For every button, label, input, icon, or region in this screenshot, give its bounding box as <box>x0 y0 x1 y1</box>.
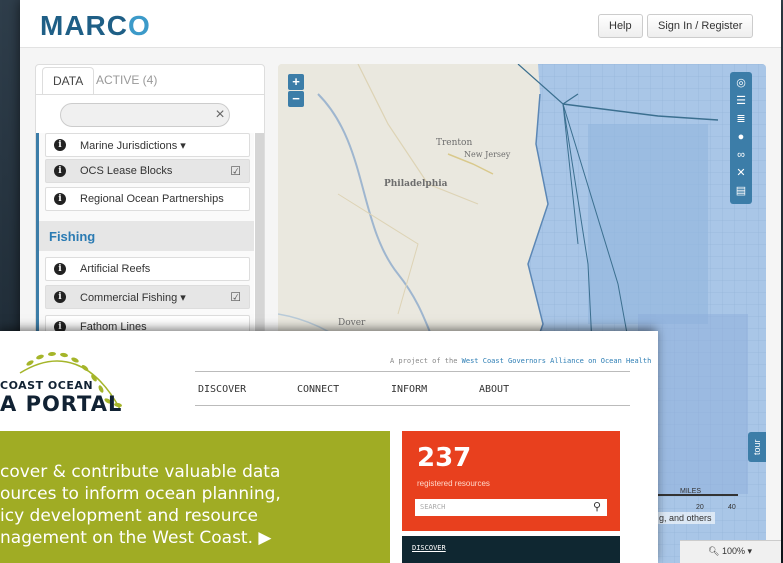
scale-label: MILES <box>680 488 702 495</box>
hero-line: ources to inform ocean planning, <box>0 484 281 504</box>
fullscreen-icon[interactable]: ✕ <box>730 164 752 182</box>
layer-search-input[interactable] <box>60 103 230 127</box>
zoom-level-indicator[interactable]: 🔍︎ 100% ▾ <box>680 540 781 563</box>
scale-tick: 20 <box>696 504 704 511</box>
nav-discover[interactable]: DISCOVER <box>198 384 246 395</box>
info-icon[interactable]: i <box>54 139 66 151</box>
help-button[interactable]: Help <box>598 14 643 38</box>
resource-count-box: 237 registered resources SEARCH ⚲ <box>402 431 620 531</box>
scale-tick: 40 <box>728 504 736 511</box>
marco-logo[interactable]: MARCO <box>40 10 151 42</box>
project-prefix: A project of the <box>390 357 458 365</box>
layer-label: Regional Ocean Partnerships <box>80 193 224 205</box>
layer-item[interactable]: i OCS Lease Blocks ☑ <box>45 159 250 183</box>
clear-search-icon[interactable]: × <box>209 105 231 125</box>
logo-line-1: COAST OCEAN <box>0 379 94 392</box>
info-icon[interactable]: i <box>54 263 66 275</box>
logo-text: MARC <box>40 10 128 41</box>
map-toolbar: ◎ ☰ ≣ ● ∞ ✕ ▤ <box>730 72 752 204</box>
zoom-in-button[interactable]: + <box>288 74 304 90</box>
list-icon[interactable]: ☰ <box>730 92 752 110</box>
chevron-down-icon[interactable]: ▾ <box>748 546 753 556</box>
zoom-icon: 🔍︎ <box>708 546 720 556</box>
zoom-level: 100% <box>721 546 745 556</box>
layer-label: OCS Lease Blocks <box>80 165 173 177</box>
hero-line: nagement on the West Coast. ▶ <box>0 528 272 548</box>
globe-icon[interactable]: ◎ <box>730 74 752 92</box>
info-icon[interactable]: i <box>54 193 66 205</box>
resource-count-label: registered resources <box>417 479 490 488</box>
resource-search-input[interactable]: SEARCH ⚲ <box>415 499 607 516</box>
hero-line: icy development and resource <box>0 506 258 526</box>
discover-card[interactable]: DISCOVER <box>402 536 620 563</box>
map-label-philadelphia: Philadelphia <box>384 179 448 189</box>
checked-icon[interactable]: ☑ <box>230 290 241 304</box>
hero-banner: cover & contribute valuable data ources … <box>0 431 390 563</box>
hero-line: cover & contribute valuable data <box>0 462 281 482</box>
discover-label[interactable]: DISCOVER <box>412 544 446 552</box>
map-label-trenton: Trenton <box>436 138 473 148</box>
west-coast-portal-window: COAST OCEAN A PORTAL A project of the We… <box>0 331 658 563</box>
pin-icon[interactable]: ● <box>730 128 752 146</box>
nav-divider-bottom <box>195 405 630 406</box>
map-attribution[interactable]: g, and others <box>656 512 715 524</box>
legend-icon[interactable]: ≣ <box>730 110 752 128</box>
project-credit: A project of the West Coast Governors Al… <box>390 357 651 365</box>
logo-line-2: A PORTAL <box>0 392 123 416</box>
print-icon[interactable]: ▤ <box>730 182 752 200</box>
link-icon[interactable]: ∞ <box>730 146 752 164</box>
nav-connect[interactable]: CONNECT <box>297 384 339 395</box>
info-icon[interactable]: i <box>54 165 66 177</box>
nav-divider-top <box>195 371 630 372</box>
map-label-new-jersey: New Jersey <box>464 150 511 159</box>
layer-label: Commercial Fishing ▾ <box>80 292 186 304</box>
sign-in-button[interactable]: Sign In / Register <box>647 14 754 38</box>
tab-divider <box>36 94 264 95</box>
nav-about[interactable]: ABOUT <box>479 384 509 395</box>
zoom-out-button[interactable]: − <box>288 91 304 107</box>
layer-item[interactable]: i Regional Ocean Partnerships <box>45 187 250 211</box>
layer-label: Artificial Reefs <box>80 263 151 275</box>
search-icon[interactable]: ⚲ <box>593 500 601 513</box>
layer-label: Marine Jurisdictions ▾ <box>80 140 186 152</box>
map-label-dover: Dover <box>338 318 366 328</box>
tour-button[interactable]: tour <box>748 432 766 462</box>
portal-logo-text[interactable]: COAST OCEAN A PORTAL <box>0 379 122 416</box>
project-link[interactable]: West Coast Governors Alliance on Ocean H… <box>462 357 652 365</box>
layer-item[interactable]: i Commercial Fishing ▾ ☑ <box>45 285 250 309</box>
marco-header: MARCO Help Sign In / Register <box>20 0 781 48</box>
checked-icon[interactable]: ☑ <box>230 164 241 178</box>
section-fishing[interactable]: Fishing <box>39 221 254 251</box>
logo-o: O <box>128 10 151 41</box>
tab-active[interactable]: ACTIVE (4) <box>86 67 167 95</box>
hero-text[interactable]: cover & contribute valuable data ources … <box>0 461 390 549</box>
nav-inform[interactable]: INFORM <box>391 384 427 395</box>
layer-item[interactable]: i Marine Jurisdictions ▾ <box>45 133 250 157</box>
search-placeholder: SEARCH <box>420 503 446 511</box>
layer-item[interactable]: i Artificial Reefs <box>45 257 250 281</box>
info-icon[interactable]: i <box>54 291 66 303</box>
resource-count: 237 <box>417 443 472 473</box>
